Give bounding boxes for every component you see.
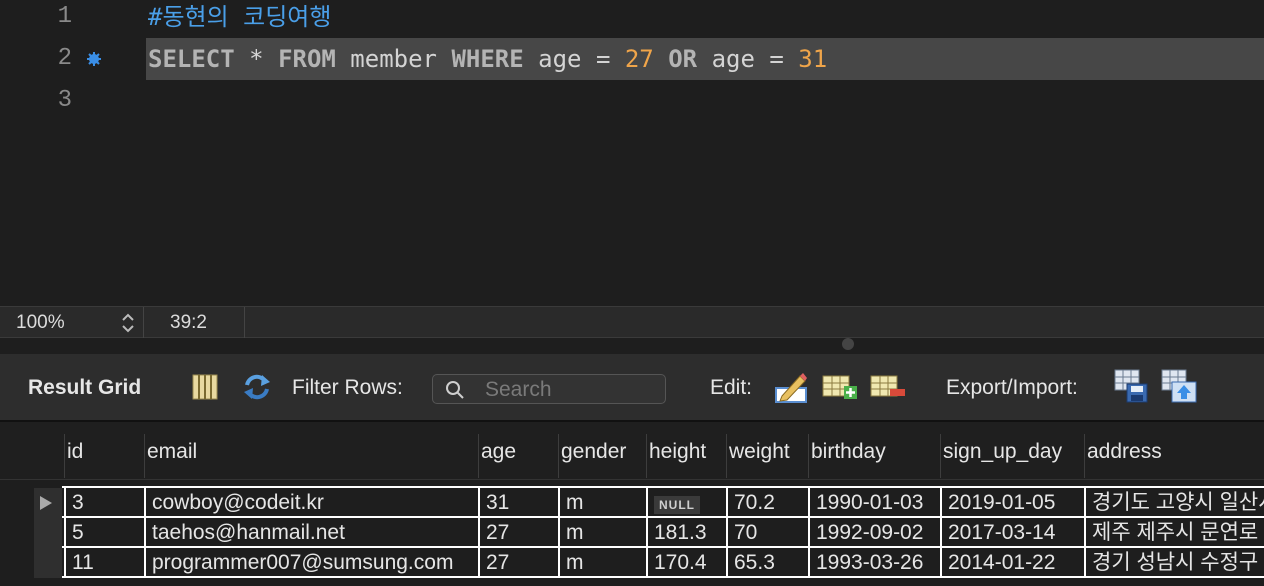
line-number: 2 bbox=[57, 45, 72, 72]
splitter-grip-icon[interactable] bbox=[842, 338, 854, 350]
filter-search-box[interactable] bbox=[432, 374, 666, 404]
column-header-gender[interactable]: gender bbox=[559, 440, 626, 464]
grid-toggle-icon[interactable] bbox=[190, 372, 220, 402]
import-icon[interactable] bbox=[1160, 368, 1198, 404]
cell-birthday[interactable]: 1990-01-03 bbox=[808, 488, 940, 518]
sql-token: 31 bbox=[798, 45, 828, 73]
cell-weight[interactable]: 70.2 bbox=[726, 488, 808, 518]
cell-birthday[interactable]: 1992-09-02 bbox=[808, 518, 940, 548]
delete-row-icon[interactable] bbox=[870, 372, 906, 402]
cell-birthday[interactable]: 1993-03-26 bbox=[808, 548, 940, 578]
export-icon[interactable] bbox=[1113, 368, 1149, 404]
cell-height[interactable]: NULL bbox=[646, 488, 726, 518]
row-divider bbox=[62, 516, 1264, 518]
grid-header: id email age gender height weight birthday sign… bbox=[0, 422, 1264, 480]
column-header-email[interactable]: email bbox=[145, 440, 197, 464]
cell-gender[interactable]: m bbox=[558, 518, 646, 548]
line-number: 3 bbox=[57, 87, 72, 114]
panel-splitter[interactable] bbox=[0, 338, 1264, 354]
cell-age[interactable]: 27 bbox=[478, 518, 558, 548]
statement-marker-icon[interactable] bbox=[87, 52, 101, 66]
cell-address[interactable]: 제주 제주시 문연로 6 bbox=[1084, 518, 1264, 548]
cell-weight[interactable]: 70 bbox=[726, 518, 808, 548]
cell-id[interactable]: 5 bbox=[64, 518, 144, 548]
table-row[interactable]: 11 programmer007@sumsung.com 27 m 170.4 65.3 1… bbox=[0, 548, 1264, 578]
sql-token: 27 bbox=[624, 45, 654, 73]
comment-text: #동현의 코딩여행 bbox=[148, 3, 332, 31]
add-row-icon[interactable] bbox=[822, 372, 858, 402]
table-row[interactable]: 3 cowboy@codeit.kr 31 m NULL 70.2 1990-01-03 20… bbox=[0, 488, 1264, 518]
column-header-id[interactable]: id bbox=[65, 440, 83, 464]
sql-token: * bbox=[249, 45, 264, 73]
zoom-level[interactable]: 100% bbox=[16, 312, 65, 334]
cell-sign-up-day[interactable]: 2017-03-14 bbox=[940, 518, 1084, 548]
sql-token: OR bbox=[668, 45, 698, 73]
result-toolbar: Result Grid Filter Rows: Edit: bbox=[0, 354, 1264, 420]
row-selector[interactable] bbox=[34, 518, 62, 548]
editor-line-2[interactable]: 2 SELECT * FROM member WHERE age = 27 OR… bbox=[0, 38, 1264, 80]
search-input[interactable] bbox=[483, 377, 662, 403]
current-row-arrow-icon bbox=[40, 496, 52, 510]
sql-token: age = bbox=[697, 45, 799, 73]
sql-editor[interactable]: 1 #동현의 코딩여행 2 SELECT * FROM member WHERE… bbox=[0, 0, 1264, 306]
row-divider bbox=[62, 486, 1264, 488]
sql-statement: SELECT * FROM member WHERE age = 27 OR a… bbox=[148, 38, 827, 80]
filter-rows-label: Filter Rows: bbox=[292, 376, 403, 399]
cell-email[interactable]: cowboy@codeit.kr bbox=[144, 488, 478, 518]
status-divider bbox=[244, 307, 245, 339]
cell-weight[interactable]: 65.3 bbox=[726, 548, 808, 578]
sql-token: FROM bbox=[278, 45, 336, 73]
table-row[interactable]: 5 taehos@hanmail.net 27 m 181.3 70 1992-09-02 2… bbox=[0, 518, 1264, 548]
sql-token: WHERE bbox=[451, 45, 524, 73]
cell-id[interactable]: 11 bbox=[64, 548, 144, 578]
editor-line-1[interactable]: 1 #동현의 코딩여행 bbox=[0, 0, 1264, 38]
null-badge: NULL bbox=[654, 496, 700, 514]
row-divider bbox=[62, 576, 1264, 578]
column-header-weight[interactable]: weight bbox=[727, 440, 790, 464]
sql-token: age = bbox=[523, 45, 625, 73]
column-header-address[interactable]: address bbox=[1085, 440, 1162, 464]
column-header-birthday[interactable]: birthday bbox=[809, 440, 886, 464]
cell-sign-up-day[interactable]: 2014-01-22 bbox=[940, 548, 1084, 578]
cell-email[interactable]: taehos@hanmail.net bbox=[144, 518, 478, 548]
column-header-height[interactable]: height bbox=[647, 440, 706, 464]
edit-label: Edit: bbox=[710, 376, 753, 399]
search-icon bbox=[446, 381, 464, 399]
export-import-label: Export/Import: bbox=[946, 376, 1078, 399]
editor-status-bar: 100% 39:2 bbox=[0, 306, 1264, 339]
result-grid-tab[interactable]: Result Grid bbox=[28, 376, 141, 400]
cell-address[interactable]: 경기도 고양시 일산시 bbox=[1084, 488, 1264, 518]
edit-row-icon[interactable] bbox=[774, 370, 808, 404]
refresh-icon[interactable] bbox=[242, 372, 272, 402]
cell-address[interactable]: 경기 성남시 수정구 사 bbox=[1084, 548, 1264, 578]
cell-height[interactable]: 170.4 bbox=[646, 548, 726, 578]
status-divider bbox=[143, 307, 144, 339]
cell-height[interactable]: 181.3 bbox=[646, 518, 726, 548]
result-grid[interactable]: id email age gender height weight birthday sign… bbox=[0, 420, 1264, 586]
column-header-sign-up-day[interactable]: sign_up_day bbox=[941, 440, 1062, 464]
cell-id[interactable]: 3 bbox=[64, 488, 144, 518]
cursor-position: 39:2 bbox=[170, 312, 207, 333]
row-selector[interactable] bbox=[34, 548, 62, 578]
zoom-stepper-icon[interactable] bbox=[118, 311, 138, 335]
cell-gender[interactable]: m bbox=[558, 548, 646, 578]
cell-age[interactable]: 31 bbox=[478, 488, 558, 518]
sql-token: SELECT bbox=[148, 45, 235, 73]
cell-email[interactable]: programmer007@sumsung.com bbox=[144, 548, 478, 578]
cell-sign-up-day[interactable]: 2019-01-05 bbox=[940, 488, 1084, 518]
editor-line-3[interactable]: 3 bbox=[0, 80, 1264, 122]
row-divider bbox=[62, 546, 1264, 548]
cell-age[interactable]: 27 bbox=[478, 548, 558, 578]
column-header-age[interactable]: age bbox=[479, 440, 516, 464]
cell-gender[interactable]: m bbox=[558, 488, 646, 518]
sql-token: member bbox=[335, 45, 452, 73]
line-number: 1 bbox=[57, 3, 72, 30]
